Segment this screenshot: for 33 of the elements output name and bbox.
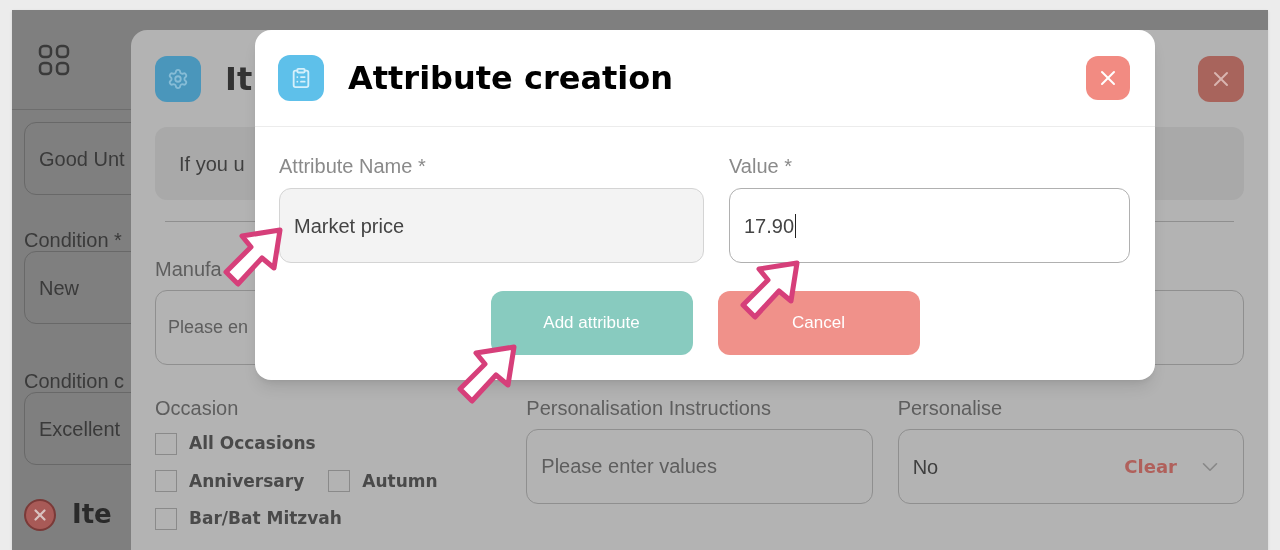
grid-icon[interactable]: [38, 43, 70, 76]
checkbox[interactable]: [328, 470, 351, 493]
checkbox[interactable]: [155, 507, 177, 530]
instructions-field[interactable]: Please enter values: [526, 429, 873, 504]
field-label: Manufa: [155, 257, 223, 278]
settings-icon: [155, 55, 201, 102]
dialog-title: Attribute creation: [348, 58, 673, 99]
checkbox[interactable]: [155, 470, 177, 493]
field-label: Personalise: [897, 396, 1004, 417]
checkbox-label: Anniversary: [189, 469, 305, 493]
text-field[interactable]: 17.90: [729, 188, 1130, 263]
field-label: Attribute Name *: [279, 154, 427, 175]
personalise-select[interactable]: No Clear: [897, 429, 1244, 504]
add-button[interactable]: Add attribute: [490, 291, 693, 355]
text-field[interactable]: Market price: [279, 188, 704, 263]
checkbox[interactable]: [155, 432, 177, 455]
checkbox-label: Bar/Bat Mitzvah: [189, 507, 342, 530]
clear-link[interactable]: Clear: [1124, 453, 1177, 480]
field-label: Condition *: [24, 228, 123, 249]
field-label: Occasion: [155, 396, 240, 417]
field-label: Condition c: [24, 369, 126, 390]
checkbox-label: Autumn: [362, 469, 438, 493]
section-title: Ite: [72, 498, 112, 531]
field-label: Personalisation Instructions: [526, 396, 772, 417]
select-value: No: [912, 454, 939, 480]
close-button[interactable]: [1086, 56, 1130, 100]
cancel-button[interactable]: Cancel: [717, 291, 920, 355]
checkbox-label: All Occasions: [189, 432, 316, 455]
close-button[interactable]: [1198, 55, 1244, 102]
dialog-title: It: [225, 58, 253, 100]
notice-text: If you u: [179, 151, 245, 177]
field-label: Value *: [729, 154, 793, 175]
clipboard-icon: [278, 55, 324, 101]
